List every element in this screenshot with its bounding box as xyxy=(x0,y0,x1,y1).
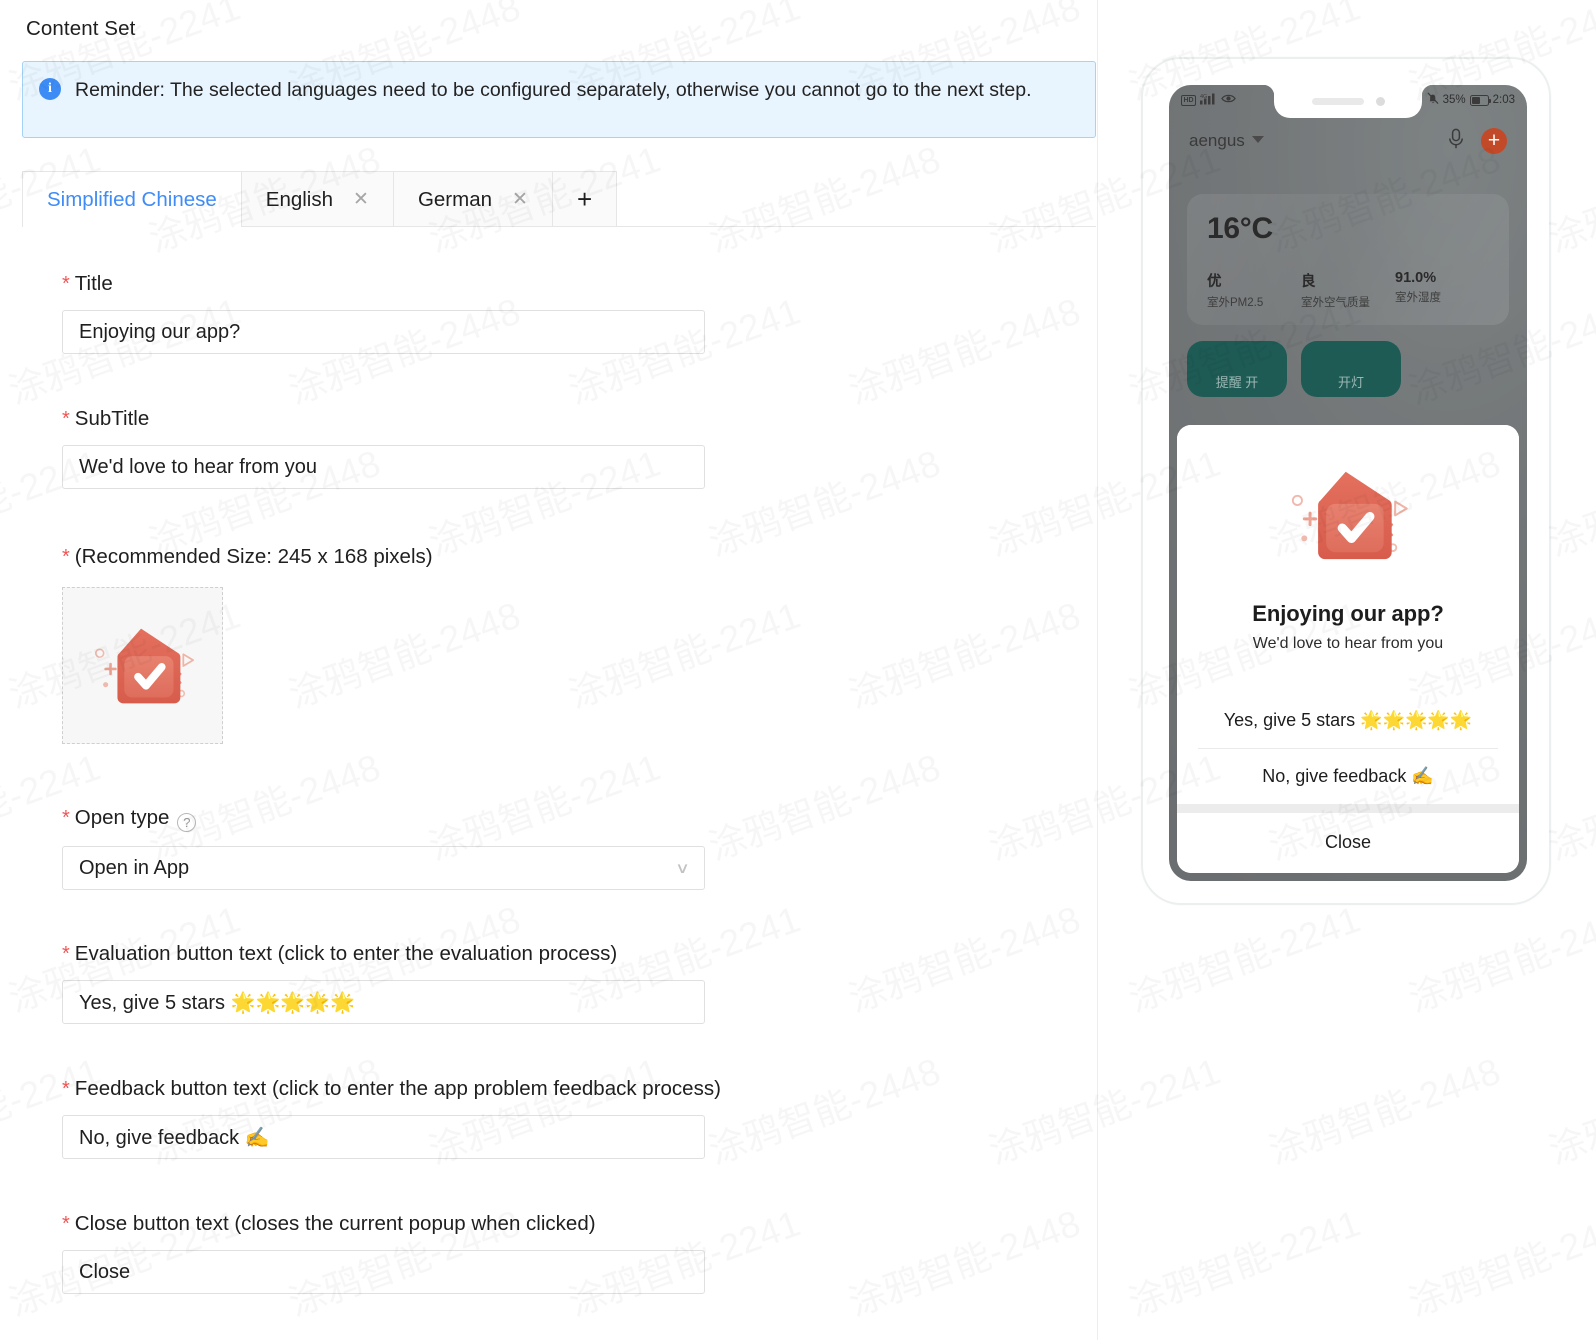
add-language-tab-button[interactable]: + xyxy=(551,171,618,227)
required-asterisk: * xyxy=(62,273,70,295)
field-feedback-label: * Feedback button text (click to enter th… xyxy=(62,1077,721,1101)
content-set-panel: Content Set i Reminder: The selected lan… xyxy=(0,0,1097,1340)
field-title: * Title Enjoying our app? xyxy=(62,272,705,354)
field-close-button-text: * Close button text (closes the current p… xyxy=(62,1212,705,1294)
close-icon[interactable]: ✕ xyxy=(353,190,369,209)
field-title-label: * Title xyxy=(62,272,705,296)
rating-popup-card: Enjoying our app? We'd love to hear from… xyxy=(1177,425,1519,873)
tab-german[interactable]: German ✕ xyxy=(392,171,553,227)
field-subtitle: * SubTitle We'd love to hear from you xyxy=(62,407,705,489)
label-text: Close button text (closes the current po… xyxy=(74,1212,596,1235)
battery-icon xyxy=(1469,94,1492,106)
phone-screen: HD 4G 35% 2:03 aengus + 16°C 优 室外PM2.5 良… xyxy=(1169,85,1527,881)
weather-card: 16°C 优 室外PM2.5 良 室外空气质量 91.0% 室外湿度 xyxy=(1187,194,1509,325)
metric-value: 良 xyxy=(1301,274,1316,290)
field-open-type-label: * Open type? xyxy=(62,806,705,832)
metric-label: 室外PM2.5 xyxy=(1207,297,1264,309)
field-image-label: * (Recommended Size: 245 x 168 pixels) xyxy=(62,545,433,569)
temperature-value: 16°C xyxy=(1207,212,1273,245)
close-button-text-input[interactable]: Close xyxy=(62,1250,705,1294)
required-asterisk: * xyxy=(62,1078,70,1100)
battery-percent-label: 35% xyxy=(1442,94,1466,106)
plus-icon[interactable]: + xyxy=(1481,128,1507,154)
tab-label: German xyxy=(417,187,493,211)
chevron-down-icon: ∨ xyxy=(675,860,690,877)
hd-icon: HD xyxy=(1181,94,1197,106)
home-selector[interactable]: aengus xyxy=(1189,131,1264,151)
phone-preview: HD 4G 35% 2:03 aengus + 16°C 优 室外PM2.5 良… xyxy=(1141,57,1551,905)
label-text: Evaluation button text (click to enter t… xyxy=(74,942,618,965)
weather-metric: 优 室外PM2.5 xyxy=(1207,270,1301,310)
tab-simplified-chinese[interactable]: Simplified Chinese xyxy=(22,171,242,227)
required-asterisk: * xyxy=(62,546,70,568)
popup-close-button[interactable]: Close xyxy=(1177,813,1519,873)
title-input[interactable]: Enjoying our app? xyxy=(62,310,705,354)
microphone-icon[interactable] xyxy=(1447,128,1465,155)
plus-icon: + xyxy=(576,184,593,214)
field-feedback-button-text: * Feedback button text (click to enter th… xyxy=(62,1077,721,1159)
popup-title: Enjoying our app? xyxy=(1252,601,1444,626)
field-evaluation-button-text: * Evaluation button text (click to enter … xyxy=(62,942,705,1024)
signal-icon: 4G xyxy=(1200,92,1217,108)
field-close-label: * Close button text (closes the current p… xyxy=(62,1212,705,1236)
metric-value: 91.0% xyxy=(1395,270,1437,286)
field-evaluation-label: * Evaluation button text (click to enter … xyxy=(62,942,705,966)
label-text: Feedback button text (click to enter the… xyxy=(74,1077,721,1100)
close-icon[interactable]: ✕ xyxy=(512,190,528,209)
open-type-select[interactable]: Open in App ∨ xyxy=(62,846,705,890)
popup-illustration xyxy=(1177,451,1519,589)
label-text: (Recommended Size: 245 x 168 pixels) xyxy=(74,545,433,568)
evaluation-button-text-input[interactable]: Yes, give 5 stars 🌟🌟🌟🌟🌟 xyxy=(62,980,705,1024)
front-camera-icon xyxy=(1375,97,1385,106)
page-title: Content Set xyxy=(26,17,136,40)
popup-gap xyxy=(1177,804,1519,813)
reminder-alert: i Reminder: The selected languages need … xyxy=(22,61,1096,138)
clock-label: 2:03 xyxy=(1492,94,1515,106)
subtitle-input[interactable]: We'd love to hear from you xyxy=(62,445,705,489)
required-asterisk: * xyxy=(62,408,70,430)
metric-value: 优 xyxy=(1207,274,1222,290)
weather-metric: 91.0% 室外湿度 xyxy=(1395,270,1489,310)
tab-label: Simplified Chinese xyxy=(47,187,217,211)
phone-notch xyxy=(1274,85,1422,118)
required-asterisk: * xyxy=(62,807,70,829)
language-tabs: Simplified Chinese English ✕ German ✕ + xyxy=(22,171,1096,227)
app-header: aengus + xyxy=(1169,119,1527,163)
field-subtitle-label: * SubTitle xyxy=(62,407,705,431)
scene-button[interactable]: 提醒 开 xyxy=(1187,341,1287,397)
chevron-down-icon xyxy=(1251,136,1264,143)
speaker-grill xyxy=(1311,98,1364,105)
required-asterisk: * xyxy=(62,943,70,965)
scene-button[interactable]: 开灯 xyxy=(1301,341,1401,397)
house-check-badge-icon xyxy=(1291,471,1408,560)
tab-label: English xyxy=(265,187,334,211)
home-name-label: aengus xyxy=(1189,131,1245,150)
popup-evaluation-button[interactable]: Yes, give 5 stars 🌟🌟🌟🌟🌟 xyxy=(1177,693,1519,748)
feedback-button-text-input[interactable]: No, give feedback ✍️ xyxy=(62,1115,705,1159)
metric-label: 室外空气质量 xyxy=(1301,297,1370,309)
label-text: Title xyxy=(74,272,113,295)
required-asterisk: * xyxy=(62,1213,70,1235)
panel-divider xyxy=(1097,0,1098,1340)
field-image: * (Recommended Size: 245 x 168 pixels) xyxy=(62,545,433,744)
metric-label: 室外湿度 xyxy=(1395,292,1441,304)
open-type-selected-value: Open in App xyxy=(79,856,190,879)
field-open-type: * Open type? Open in App ∨ xyxy=(62,806,705,890)
scene-button-row: 提醒 开 开灯 xyxy=(1187,341,1509,397)
popup-subtitle: We'd love to hear from you xyxy=(1252,635,1444,652)
eye-icon xyxy=(1221,93,1236,107)
label-text: Open type xyxy=(74,806,170,829)
label-text: SubTitle xyxy=(74,407,150,430)
info-icon: i xyxy=(39,78,61,100)
popup-feedback-button[interactable]: No, give feedback ✍️ xyxy=(1177,749,1519,804)
weather-metric: 良 室外空气质量 xyxy=(1301,270,1395,310)
reminder-alert-text: Reminder: The selected languages need to… xyxy=(75,79,1032,101)
image-upload-thumbnail[interactable] xyxy=(62,587,223,744)
tab-english[interactable]: English ✕ xyxy=(240,171,394,227)
house-check-badge-icon xyxy=(94,628,194,703)
help-icon[interactable]: ? xyxy=(177,813,197,832)
